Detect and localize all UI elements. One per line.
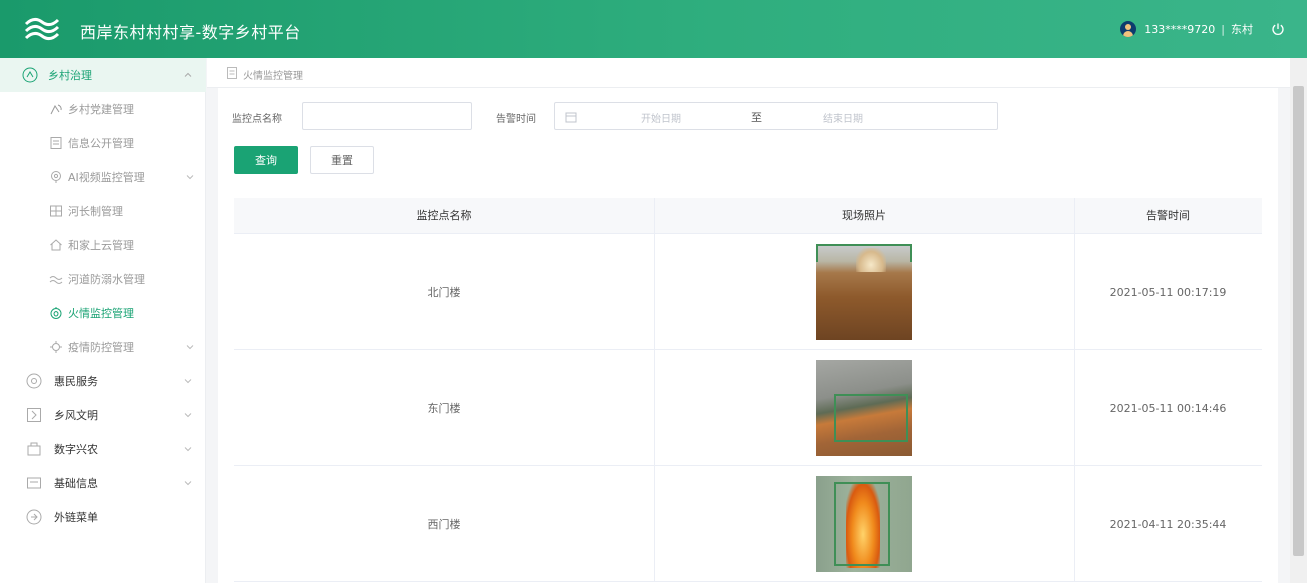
link-icon [26, 509, 42, 525]
breadcrumb: 火情监控管理 [207, 58, 1307, 88]
end-date-placeholder[interactable]: 结束日期 [823, 110, 863, 125]
camera-icon [48, 169, 64, 185]
sidebar-item-label: 火情监控管理 [68, 307, 134, 320]
sidebar-item-epidemic[interactable]: 疫情防控管理 [0, 330, 206, 364]
alarm-time-cell: 2021-04-11 20:35:44 [1109, 517, 1227, 531]
chevron-down-icon [184, 481, 192, 486]
sidebar-item-home-cloud[interactable]: 和家上云管理 [0, 228, 206, 262]
power-icon[interactable] [1271, 22, 1285, 36]
sidebar-group-service[interactable]: 惠民服务 [0, 364, 206, 398]
page-icon [227, 67, 237, 79]
sidebar-item-label: 河长制管理 [68, 205, 123, 218]
fire-icon [48, 305, 64, 321]
chevron-up-icon [184, 72, 192, 77]
sidebar-group-governance[interactable]: 乡村治理 [0, 58, 206, 92]
sidebar-group-label: 乡风文明 [54, 409, 98, 422]
vertical-scrollbar[interactable] [1290, 58, 1307, 583]
monitor-name-cell: 东门楼 [427, 402, 461, 415]
photo-cell [654, 234, 1074, 350]
table-row[interactable]: 东门楼 2021-05-11 00:14:46 [234, 350, 1262, 466]
table-header: 监控点名称 现场照片 告警时间 [234, 198, 1262, 234]
sidebar-group-label: 数字兴农 [54, 443, 98, 456]
sidebar-group-links[interactable]: 外链菜单 [0, 500, 206, 534]
info-icon [26, 475, 42, 491]
sidebar-item-drowning[interactable]: 河道防溺水管理 [0, 262, 206, 296]
sidebar-item-river-chief[interactable]: 河长制管理 [0, 194, 206, 228]
sidebar-group-civilization[interactable]: 乡风文明 [0, 398, 206, 432]
column-header: 监控点名称 [416, 209, 472, 222]
document-icon [48, 135, 64, 151]
monitor-name-label: 监控点名称 [232, 114, 282, 125]
user-org[interactable]: 东村 [1231, 21, 1253, 37]
chevron-down-icon [184, 379, 192, 384]
sidebar-item-label: 乡村党建管理 [68, 103, 134, 116]
query-button[interactable]: 查询 [234, 146, 298, 174]
sidebar-item-disclosure[interactable]: 信息公开管理 [0, 126, 206, 160]
date-range-picker[interactable]: 开始日期 至 结束日期 [554, 102, 998, 130]
logo-icon [24, 17, 60, 41]
column-divider [1074, 198, 1075, 582]
photo-cell [654, 350, 1074, 466]
monitor-name-cell: 北门楼 [427, 286, 461, 299]
table-row[interactable]: 西门楼 2021-04-11 20:35:44 [234, 466, 1262, 582]
column-header: 告警时间 [1146, 209, 1190, 222]
main-content: 监控点名称 告警时间 开始日期 至 结束日期 查询 重置 监控点名称 现场照片 … [218, 88, 1278, 583]
user-phone[interactable]: 133****9720 [1144, 23, 1215, 36]
fire-scene-photo[interactable] [816, 244, 912, 340]
service-icon [26, 373, 42, 389]
user-menu[interactable]: 133****9720 | 东村 [1120, 20, 1285, 38]
home-cloud-icon [48, 237, 64, 253]
civilization-icon [26, 407, 42, 423]
chevron-down-icon [186, 345, 194, 350]
table-row[interactable]: 北门楼 2021-05-11 00:17:19 [234, 234, 1262, 350]
photo-cell [654, 466, 1074, 582]
chevron-down-icon [184, 413, 192, 418]
calendar-icon [565, 112, 577, 123]
sidebar: 乡村治理 乡村党建管理 信息公开管理 AI视频监控管理 河长制管理 和家上云管理 [0, 58, 206, 583]
alarm-time-cell: 2021-05-11 00:14:46 [1109, 401, 1227, 415]
governance-icon [22, 67, 38, 83]
scrollbar-thumb[interactable] [1293, 86, 1304, 556]
column-divider [654, 198, 655, 582]
reset-button[interactable]: 重置 [310, 146, 374, 174]
monitor-name-input[interactable] [302, 102, 472, 130]
water-icon [48, 271, 64, 287]
sidebar-item-fire-monitor[interactable]: 火情监控管理 [0, 296, 206, 330]
start-date-placeholder[interactable]: 开始日期 [641, 110, 681, 125]
alarm-time-cell: 2021-05-11 00:17:19 [1109, 285, 1227, 299]
sidebar-item-label: AI视频监控管理 [68, 171, 145, 184]
river-icon [48, 203, 64, 219]
sidebar-group-agriculture[interactable]: 数字兴农 [0, 432, 206, 466]
sidebar-item-label: 和家上云管理 [68, 239, 134, 252]
chevron-down-icon [184, 447, 192, 452]
top-header: 西岸东村村村享-数字乡村平台 133****9720 | 东村 [0, 0, 1307, 58]
alarm-time-label: 告警时间 [496, 114, 536, 125]
sidebar-item-party[interactable]: 乡村党建管理 [0, 92, 206, 126]
monitor-name-cell: 西门楼 [427, 518, 461, 531]
sidebar-group-label: 惠民服务 [54, 375, 98, 388]
sidebar-group-label: 乡村治理 [48, 69, 92, 82]
app-title: 西岸东村村村享-数字乡村平台 [80, 23, 301, 42]
sidebar-group-label: 外链菜单 [54, 511, 98, 524]
avatar[interactable] [1120, 21, 1137, 37]
sidebar-group-label: 基础信息 [54, 477, 98, 490]
fire-scene-photo[interactable] [816, 360, 912, 456]
epidemic-icon [48, 339, 64, 355]
fire-scene-photo[interactable] [816, 476, 912, 572]
sidebar-item-ai-video[interactable]: AI视频监控管理 [0, 160, 206, 194]
date-range-separator: 至 [751, 111, 762, 124]
agriculture-icon [26, 441, 42, 457]
party-icon [48, 101, 64, 117]
sidebar-item-label: 信息公开管理 [68, 137, 134, 150]
sidebar-item-label: 疫情防控管理 [68, 341, 134, 354]
user-divider: | [1221, 22, 1225, 36]
sidebar-item-label: 河道防溺水管理 [68, 273, 145, 286]
column-header: 现场照片 [842, 209, 886, 222]
chevron-down-icon [186, 175, 194, 180]
sidebar-group-info[interactable]: 基础信息 [0, 466, 206, 500]
breadcrumb-current[interactable]: 火情监控管理 [243, 67, 303, 82]
